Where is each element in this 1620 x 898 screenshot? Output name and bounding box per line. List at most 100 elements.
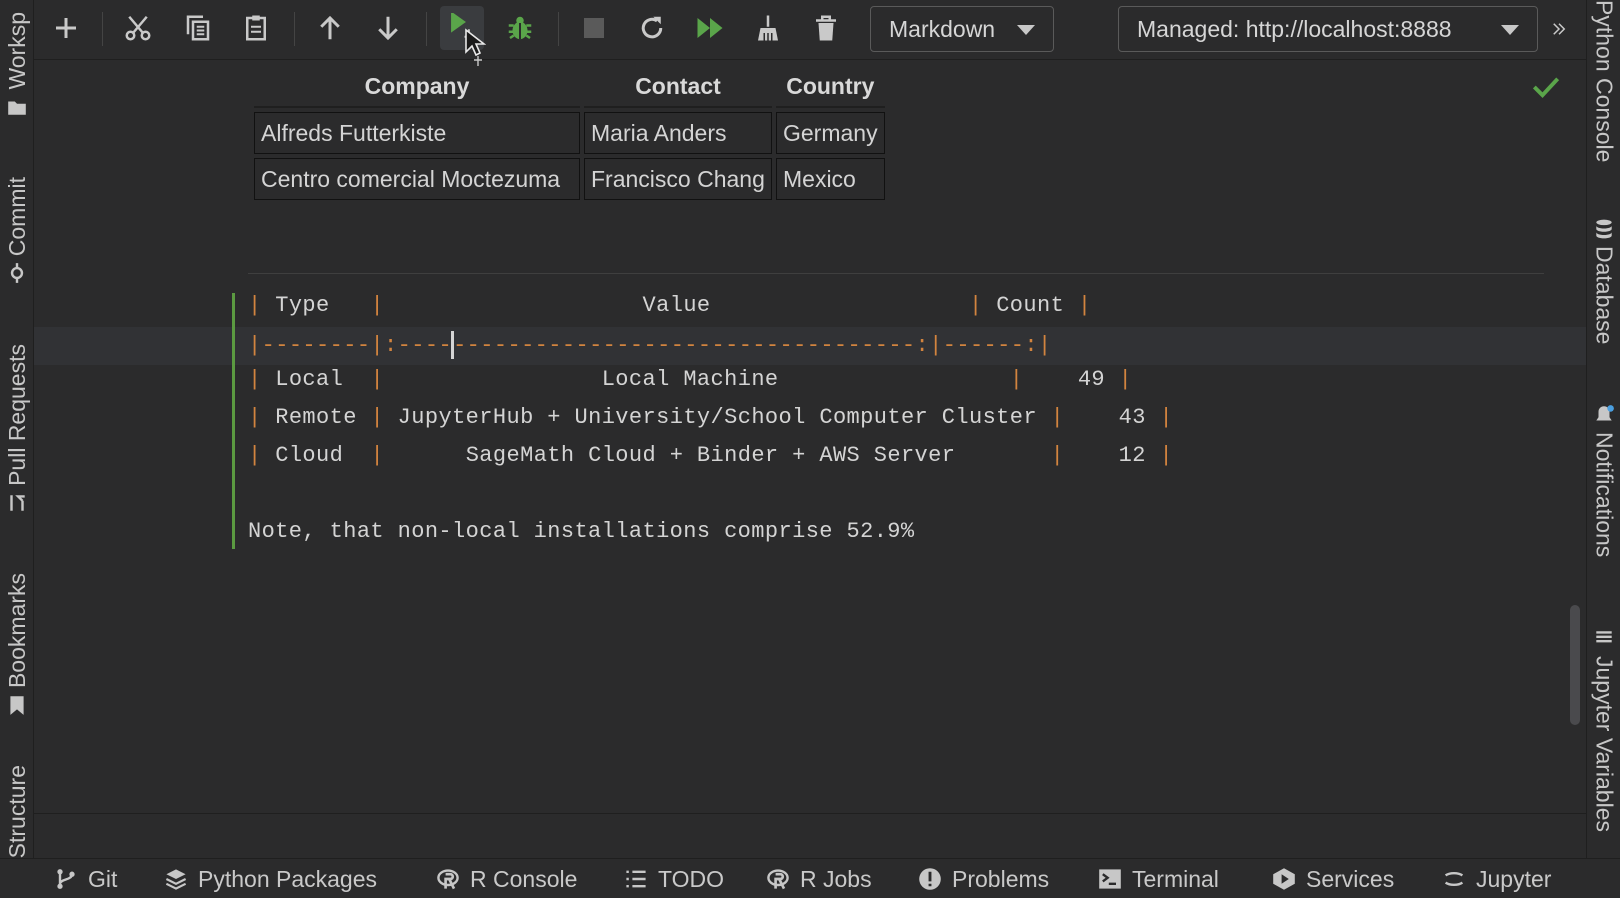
list-icon (626, 870, 646, 888)
table-cell: Francisco Chang (584, 158, 772, 200)
md-separator: -------- (261, 332, 371, 358)
right-tab-database[interactable]: Database (1587, 218, 1620, 366)
list-icon (1596, 631, 1612, 643)
right-tab-python-console[interactable]: Python Console (1587, 0, 1620, 172)
arrow-up-icon (320, 15, 340, 40)
cell-type-select[interactable]: Markdown (870, 6, 1054, 52)
md-cell: Count (996, 293, 1065, 318)
clipboard-icon (246, 15, 266, 41)
chevron-down-icon (1017, 25, 1035, 35)
markdown-note-line[interactable]: Note, that non-local installations compr… (248, 519, 915, 544)
right-tab-notifications[interactable]: Notifications (1587, 404, 1620, 588)
md-separator: :---- (384, 332, 453, 358)
table-cell: Mexico (776, 158, 885, 200)
bottom-tab-label: Services (1306, 865, 1395, 892)
left-tab-commit[interactable]: Commit (0, 164, 34, 284)
bell-icon (1596, 405, 1614, 421)
commit-icon (10, 263, 24, 283)
bottom-tab-label: R Jobs (800, 865, 872, 892)
run-all-button[interactable] (688, 6, 732, 50)
md-separator: ------: (942, 332, 1038, 358)
copy-icon (186, 15, 210, 41)
right-tab-jupyter-variables-label: Jupyter Variables (1591, 656, 1618, 832)
git-branch-icon (57, 869, 75, 889)
md-cell: 49 (1077, 367, 1106, 392)
left-tab-pull-requests-label: Pull Requests (3, 344, 30, 486)
paste-cell-button[interactable] (234, 6, 278, 50)
bottom-tab-todo[interactable]: TODO (624, 859, 724, 898)
table-row: Centro comercial Moctezuma Francisco Cha… (254, 158, 885, 200)
delete-cell-button[interactable] (804, 6, 848, 50)
bottom-tab-python-packages[interactable]: Python Packages (164, 859, 377, 898)
pull-request-icon (10, 495, 25, 511)
right-tab-jupyter-variables[interactable]: Jupyter Variables (1587, 628, 1620, 858)
warning-circle-icon (919, 868, 941, 890)
kernel-value: Managed: http://localhost:8888 (1137, 15, 1452, 42)
services-play-icon (1273, 868, 1295, 890)
editor-footer (34, 813, 1586, 858)
md-cell: Local Machine (601, 367, 779, 392)
table-cell: Maria Anders (584, 112, 772, 154)
stop-kernel-button[interactable] (572, 6, 616, 50)
left-tab-structure[interactable]: Structure (0, 762, 34, 858)
clear-outputs-button[interactable] (746, 6, 790, 50)
r-language-icon (437, 869, 459, 890)
bottom-tab-label: Jupyter (1476, 865, 1552, 892)
right-tab-python-console-label: Python Console (1591, 0, 1618, 163)
bottom-tab-problems[interactable]: Problems (918, 859, 1049, 898)
bottom-tab-r-jobs[interactable]: R Jobs (766, 859, 872, 898)
md-cell: SageMath Cloud + Binder + AWS Server (465, 443, 956, 468)
table-header-row: Company Contact Country (254, 73, 885, 108)
kernel-select[interactable]: Managed: http://localhost:8888 (1118, 6, 1538, 52)
terminal-icon (1099, 869, 1121, 889)
left-tab-pull-requests[interactable]: Pull Requests (0, 330, 34, 514)
bottom-tab-jupyter[interactable]: Jupyter (1442, 859, 1551, 898)
add-cell-button[interactable] (44, 6, 88, 50)
mouse-pointer-icon (465, 28, 486, 66)
bottom-tab-services[interactable]: Services (1272, 859, 1394, 898)
layers-icon (165, 869, 187, 890)
debug-cell-button[interactable] (498, 6, 542, 50)
bottom-tab-terminal[interactable]: Terminal (1098, 859, 1219, 898)
markdown-line[interactable]: |--------|:-----------------------------… (248, 331, 1052, 359)
bottom-tab-label: Terminal (1132, 865, 1219, 892)
left-tab-workspace-label: Worksp (3, 12, 30, 90)
database-icon (1596, 219, 1612, 239)
md-cell: 12 (1118, 443, 1146, 468)
markdown-line[interactable]: | Remote | JupyterHub + University/Schoo… (248, 405, 1173, 430)
copy-cell-button[interactable] (176, 6, 220, 50)
toolbar-separator (102, 12, 103, 46)
restart-kernel-button[interactable] (630, 6, 674, 50)
column-header: Company (254, 73, 580, 108)
more-actions-button[interactable] (1544, 14, 1574, 44)
column-header: Country (776, 73, 885, 108)
bookmark-icon (10, 696, 24, 715)
table-cell: Centro comercial Moctezuma (254, 158, 580, 200)
stop-icon (584, 18, 604, 38)
toolbar-separator (426, 12, 427, 46)
plus-icon (56, 18, 76, 38)
bottom-tab-label: R Console (470, 865, 578, 892)
left-tab-workspace[interactable]: Worksp (0, 0, 34, 118)
double-chevron-right-icon (1553, 23, 1566, 35)
markdown-line[interactable]: | Cloud | SageMath Cloud + Binder + AWS … (248, 443, 1173, 468)
cut-cell-button[interactable] (116, 6, 160, 50)
markdown-line[interactable]: | Type | Value | Count | (248, 293, 1091, 318)
vertical-scrollbar[interactable] (1570, 605, 1580, 725)
bottom-tab-r-console[interactable]: R Console (436, 859, 577, 898)
bottom-tab-git[interactable]: Git (54, 859, 117, 898)
bottom-tab-label: Problems (952, 865, 1050, 892)
trash-icon (816, 15, 836, 41)
left-tab-bookmarks[interactable]: Bookmarks (0, 560, 34, 716)
bug-icon (508, 16, 532, 40)
md-cell: 43 (1118, 405, 1146, 430)
markdown-line[interactable]: | Local | Local Machine | 49 | (248, 367, 1132, 392)
jupyter-icon (1444, 871, 1464, 887)
move-cell-up-button[interactable] (308, 6, 352, 50)
column-header: Contact (584, 73, 772, 108)
rendered-markdown-table: Company Contact Country Alfreds Futterki… (250, 69, 889, 204)
notebook-editor[interactable]: Company Contact Country Alfreds Futterki… (34, 61, 1586, 813)
move-cell-down-button[interactable] (366, 6, 410, 50)
cell-selection-bar[interactable] (232, 293, 235, 549)
broom-icon (758, 15, 778, 41)
